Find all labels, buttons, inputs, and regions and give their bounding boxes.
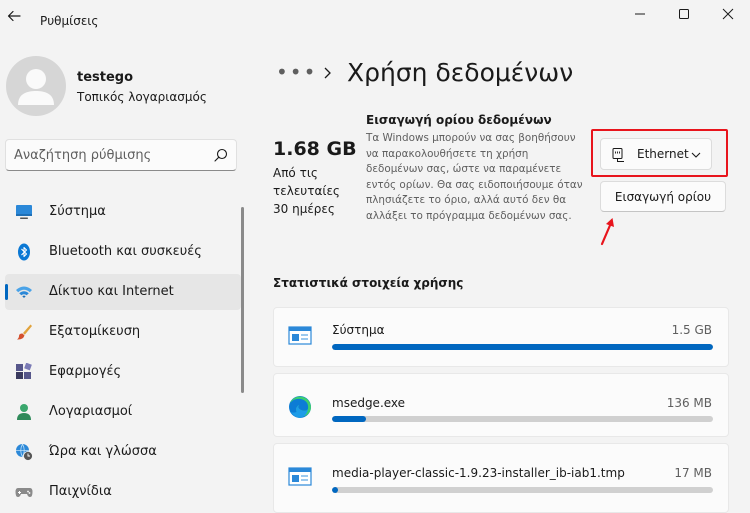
sidebar-item-label: Bluetooth και συσκευές bbox=[49, 244, 202, 259]
usage-row-installer[interactable]: media-player-classic-1.9.23-installer_ib… bbox=[273, 443, 729, 513]
gamepad-icon bbox=[15, 488, 33, 497]
usage-bar-fill bbox=[332, 416, 367, 422]
usage-row-size: 1.5 GB bbox=[671, 323, 712, 337]
set-limit-button[interactable]: Εισαγωγή ορίου bbox=[600, 181, 726, 212]
close-icon[interactable] bbox=[716, 4, 740, 24]
avatar[interactable] bbox=[6, 56, 66, 116]
sidebar-scrollbar[interactable] bbox=[241, 207, 244, 393]
annotation-highlight-box bbox=[591, 129, 728, 177]
sidebar-item-label: Λογαριασμοί bbox=[49, 404, 133, 419]
sidebar-item-label: Ώρα και γλώσσα bbox=[49, 444, 157, 459]
data-usage-period: Από τις τελευταίες 30 ημέρες bbox=[273, 164, 353, 218]
chevron-right-icon bbox=[324, 67, 331, 79]
data-usage-amount: 1.68 GB bbox=[273, 138, 357, 160]
usage-bar-fill bbox=[332, 487, 338, 493]
person-icon bbox=[17, 404, 31, 420]
period-line: Από τις bbox=[273, 166, 318, 180]
usage-row-name: media-player-classic-1.9.23-installer_ib… bbox=[332, 466, 625, 480]
breadcrumb-more[interactable]: ••• bbox=[276, 60, 317, 84]
usage-row-name: Σύστημα bbox=[332, 323, 385, 337]
sidebar-item-label: Δίκτυο και Internet bbox=[49, 284, 174, 299]
active-indicator bbox=[5, 284, 8, 300]
usage-row-name: msedge.exe bbox=[332, 396, 406, 410]
apps-icon bbox=[16, 363, 32, 379]
maximize-icon[interactable] bbox=[672, 4, 696, 24]
user-avatar-icon bbox=[18, 69, 54, 105]
user-name: testego bbox=[77, 70, 134, 85]
search-icon[interactable] bbox=[214, 148, 228, 162]
sidebar-item-personalization[interactable]: Εξατομίκευση bbox=[5, 314, 241, 350]
sidebar-item-bluetooth[interactable]: Bluetooth και συσκευές bbox=[5, 234, 241, 270]
search-box[interactable] bbox=[5, 139, 237, 171]
sidebar-item-label: Εξατομίκευση bbox=[49, 324, 141, 339]
brush-icon bbox=[17, 324, 32, 340]
data-limit-description: Τα Windows μπορούν να σας βοηθήσουν να π… bbox=[366, 132, 583, 222]
sidebar-item-label: Σύστημα bbox=[49, 204, 106, 219]
usage-row-system[interactable]: Σύστημα 1.5 GB bbox=[273, 307, 729, 367]
minimize-icon[interactable] bbox=[628, 4, 652, 24]
sidebar-item-network[interactable]: Δίκτυο και Internet bbox=[5, 274, 241, 310]
usage-row-size: 136 MB bbox=[666, 396, 712, 410]
period-line: τελευταίες bbox=[273, 184, 340, 198]
sidebar-item-apps[interactable]: Εφαρμογές bbox=[5, 354, 241, 390]
usage-row-msedge[interactable]: msedge.exe 136 MB bbox=[273, 373, 729, 437]
app-title: Ρυθμίσεις bbox=[40, 14, 99, 28]
wifi-icon bbox=[16, 286, 32, 298]
usage-stats-heading: Στατιστικά στοιχεία χρήσης bbox=[273, 276, 464, 290]
usage-bar-fill bbox=[332, 344, 713, 350]
back-arrow-icon[interactable] bbox=[6, 8, 22, 24]
system-app-icon bbox=[288, 326, 312, 345]
sidebar-item-system[interactable]: Σύστημα bbox=[5, 194, 241, 230]
sidebar-item-label: Παιχνίδια bbox=[49, 484, 112, 499]
page-title: Χρήση δεδομένων bbox=[347, 58, 574, 87]
edge-icon bbox=[289, 396, 311, 418]
usage-bar bbox=[332, 487, 713, 493]
period-line: 30 ημέρες bbox=[273, 202, 335, 216]
clock-globe-icon bbox=[16, 443, 33, 461]
bluetooth-icon bbox=[18, 243, 30, 261]
usage-row-size: 17 MB bbox=[674, 466, 712, 480]
search-input[interactable] bbox=[14, 146, 204, 164]
usage-bar bbox=[332, 416, 713, 422]
account-type: Τοπικός λογαριασμός bbox=[77, 90, 207, 104]
monitor-icon bbox=[16, 205, 32, 219]
annotation-arrow-icon bbox=[600, 218, 614, 246]
sidebar-item-accounts[interactable]: Λογαριασμοί bbox=[5, 394, 241, 430]
sidebar-item-label: Εφαρμογές bbox=[49, 364, 122, 379]
usage-bar bbox=[332, 344, 713, 350]
data-limit-heading: Εισαγωγή ορίου δεδομένων bbox=[366, 113, 552, 127]
installer-icon bbox=[288, 467, 312, 486]
sidebar-item-gaming[interactable]: Παιχνίδια bbox=[5, 474, 241, 510]
sidebar-item-time-language[interactable]: Ώρα και γλώσσα bbox=[5, 434, 241, 470]
